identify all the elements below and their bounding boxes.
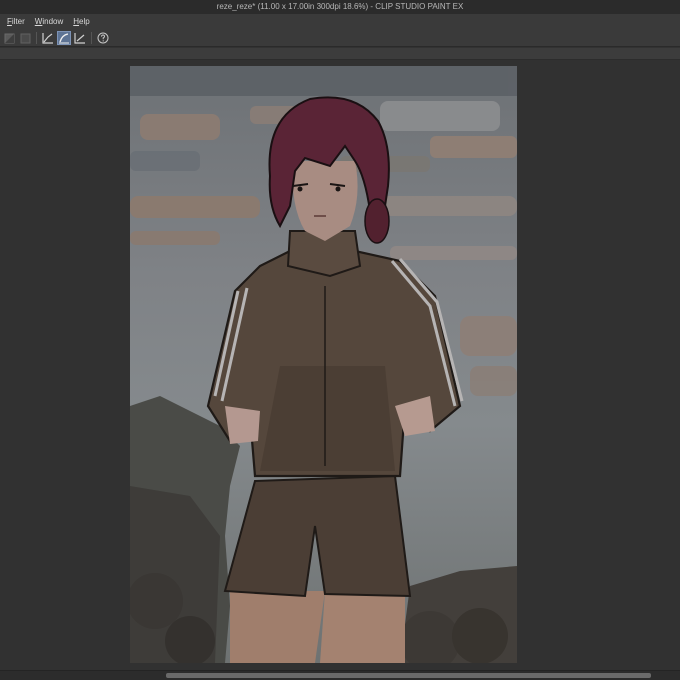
drawing-canvas[interactable]: [130, 66, 517, 663]
layer-mask-button[interactable]: [2, 31, 16, 45]
scrollbar-thumb[interactable]: [166, 673, 651, 678]
canvas-workspace[interactable]: [0, 60, 680, 670]
ruler-edit-button[interactable]: [41, 31, 55, 45]
figure-legs: [230, 591, 325, 663]
ruler-edit-icon: [42, 33, 53, 44]
toolbar-separator: [91, 32, 92, 44]
vector-line-icon: [74, 33, 85, 44]
clip-studio-window: reze_reze* (11.00 x 17.00in 300dpi 18.6%…: [0, 0, 680, 680]
menu-help[interactable]: Help: [70, 14, 96, 30]
sub-tool-strip: [0, 48, 680, 60]
menubar: Filter Window Help: [0, 14, 680, 30]
window-title: reze_reze* (11.00 x 17.00in 300dpi 18.6%…: [0, 0, 680, 14]
help-icon: [97, 32, 109, 44]
layer-mask-icon: [4, 33, 14, 43]
vector-curve-button[interactable]: [57, 31, 71, 45]
toolbar-separator: [36, 32, 37, 44]
command-bar: [0, 30, 680, 47]
painting-artwork: [130, 66, 517, 663]
layer-square-button[interactable]: [18, 31, 32, 45]
horizontal-scrollbar[interactable]: [0, 670, 680, 680]
help-button[interactable]: [96, 31, 110, 45]
menu-filter[interactable]: Filter: [4, 14, 32, 30]
menu-window[interactable]: Window: [32, 14, 70, 30]
vector-line-button[interactable]: [73, 31, 87, 45]
layer-square-icon: [20, 33, 30, 43]
vector-curve-icon: [59, 33, 69, 44]
